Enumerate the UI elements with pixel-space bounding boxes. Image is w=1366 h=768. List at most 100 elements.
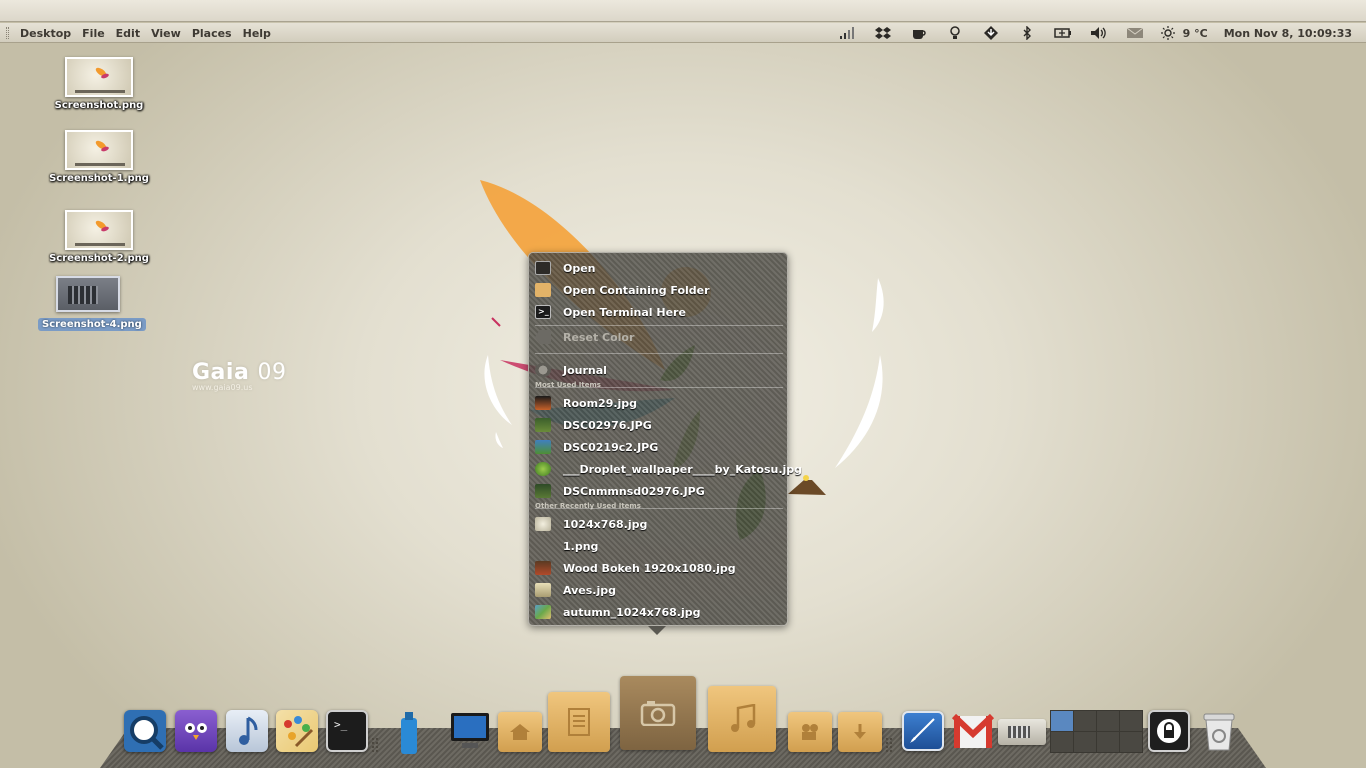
recent-file-label: 1024x768.jpg: [563, 517, 648, 531]
desktop-file-screenshot-2[interactable]: Screenshot-2.png: [49, 210, 149, 264]
workspace-6[interactable]: [1073, 731, 1096, 752]
image-thumbnail: [65, 210, 133, 250]
desktop-file-label: Screenshot-2.png: [49, 253, 149, 264]
folder-icon: [535, 283, 551, 297]
menu-item-open-terminal[interactable]: >_ Open Terminal Here: [535, 302, 783, 322]
bluetooth-icon[interactable]: [1009, 23, 1045, 43]
desktop-file-label: Screenshot-1.png: [49, 173, 149, 184]
battery-icon[interactable]: [1045, 23, 1081, 43]
recent-file-label: 1.png: [563, 539, 599, 553]
network-signal-icon[interactable]: [829, 23, 865, 43]
caffeine-cup-icon[interactable]: [901, 23, 937, 43]
wallpaper-brand: Gaia 09 www.gaia09.us: [192, 360, 286, 392]
menu-separator: [535, 353, 783, 354]
image-file-icon: [535, 396, 551, 410]
music-folder-icon[interactable]: [708, 686, 776, 752]
gmail-app-icon[interactable]: [952, 712, 994, 752]
trash-icon[interactable]: [1198, 710, 1240, 752]
menu-separator: [535, 325, 783, 326]
paint-palette-app-icon[interactable]: [276, 710, 318, 752]
menu-edit[interactable]: Edit: [112, 27, 147, 40]
keyboard-app-icon[interactable]: [998, 716, 1046, 748]
image-file-icon: [535, 418, 551, 432]
terminal-app-icon[interactable]: >_: [326, 710, 368, 752]
recent-file-label: DSC02976.JPG: [563, 418, 652, 432]
recent-file-item[interactable]: 1024x768.jpg: [535, 514, 783, 534]
twitter-bird-app-icon[interactable]: [175, 710, 217, 752]
menu-desktop[interactable]: Desktop: [16, 27, 78, 40]
volume-icon[interactable]: [1081, 23, 1117, 43]
recent-file-item[interactable]: Aves.jpg: [535, 580, 783, 600]
menu-item-open[interactable]: Open: [535, 258, 783, 278]
workspace-2[interactable]: [1073, 710, 1096, 731]
menu-item-label: Open Containing Folder: [563, 283, 710, 297]
workspace-1[interactable]: [1050, 710, 1073, 731]
terminal-icon: >_: [535, 305, 551, 319]
recent-file-label: autumn_1024x768.jpg: [563, 605, 701, 619]
image-file-icon: [535, 517, 551, 531]
menu-file[interactable]: File: [78, 27, 112, 40]
mail-envelope-icon[interactable]: [1117, 23, 1153, 43]
home-folder-icon[interactable]: [498, 712, 542, 752]
videos-folder-icon[interactable]: [788, 712, 832, 752]
recent-file-item[interactable]: 1.png: [535, 536, 783, 556]
recent-file-item[interactable]: Room29.jpg: [535, 393, 783, 413]
recent-file-label: Wood Bokeh 1920x1080.jpg: [563, 561, 736, 575]
recent-file-item[interactable]: Wood Bokeh 1920x1080.jpg: [535, 558, 783, 578]
dock-context-menu: Open Open Containing Folder >_ Open Term…: [528, 252, 802, 626]
open-icon: [535, 261, 551, 275]
image-file-icon: [535, 605, 551, 619]
menu-item-open-folder[interactable]: Open Containing Folder: [535, 280, 783, 300]
recent-file-label: Room29.jpg: [563, 396, 638, 410]
bottle-app-icon[interactable]: [394, 710, 424, 756]
dropbox-icon[interactable]: [865, 23, 901, 43]
downloads-folder-icon[interactable]: [838, 712, 882, 752]
workspace-7[interactable]: [1096, 731, 1119, 752]
panel-grip[interactable]: [6, 27, 9, 39]
image-thumbnail: [65, 57, 133, 97]
gwibber-search-app-icon[interactable]: [124, 710, 166, 752]
clock[interactable]: Mon Nov 8, 10:09:33: [1216, 27, 1360, 40]
recent-file-item[interactable]: autumn_1024x768.jpg: [535, 602, 783, 622]
recent-file-item[interactable]: ___Droplet_wallpaper____by_Katosu.jpg: [535, 459, 802, 479]
lock-screen-app-icon[interactable]: [1148, 710, 1190, 752]
pictures-folder-icon[interactable]: [620, 676, 696, 750]
weather-temperature[interactable]: 9 °C: [1183, 27, 1216, 40]
brand-name: Gaia: [192, 360, 250, 385]
context-menu-pointer: [648, 626, 666, 635]
screenshot-tool-app-icon[interactable]: [901, 710, 945, 752]
workspace-switcher[interactable]: [1049, 709, 1143, 753]
monitor-app-icon[interactable]: [448, 710, 492, 754]
recent-file-item[interactable]: DSC0219c2.JPG: [535, 437, 783, 457]
update-diamond-icon[interactable]: [973, 23, 1009, 43]
recent-file-item[interactable]: DSC02976.JPG: [535, 415, 783, 435]
workspace-5[interactable]: [1050, 731, 1073, 752]
menu-help[interactable]: Help: [239, 27, 278, 40]
desktop-file-screenshot[interactable]: Screenshot.png: [49, 57, 149, 111]
recent-file-item[interactable]: DSCnmmnsd02976.JPG: [535, 481, 783, 501]
desktop-file-label-selected: Screenshot-4.png: [38, 318, 146, 331]
image-file-icon: [535, 440, 551, 454]
dock-separator: [372, 738, 378, 752]
workspace-8[interactable]: [1119, 731, 1142, 752]
menu-item-reset-color: Reset Color: [535, 327, 783, 347]
system-tray: 9 °C Mon Nov 8, 10:09:33: [829, 23, 1360, 43]
menu-item-label: Open: [563, 261, 596, 275]
desktop-file-screenshot-4[interactable]: Screenshot-4.png: [38, 276, 146, 331]
workspace-3[interactable]: [1096, 710, 1119, 731]
documents-folder-icon[interactable]: [548, 692, 610, 752]
weather-sun-icon[interactable]: [1153, 23, 1183, 43]
menu-places[interactable]: Places: [188, 27, 239, 40]
menu-item-label: Journal: [563, 363, 607, 377]
recent-file-label: ___Droplet_wallpaper____by_Katosu.jpg: [563, 462, 803, 476]
menu-view[interactable]: View: [147, 27, 188, 40]
music-note-app-icon[interactable]: [226, 710, 268, 752]
image-file-icon: [535, 539, 551, 553]
image-file-icon: [535, 583, 551, 597]
lightbulb-icon[interactable]: [937, 23, 973, 43]
image-file-icon: [535, 462, 551, 476]
workspace-4[interactable]: [1119, 710, 1142, 731]
desktop-file-screenshot-1[interactable]: Screenshot-1.png: [49, 130, 149, 184]
image-thumbnail: [65, 130, 133, 170]
menu-item-journal[interactable]: Journal: [535, 360, 783, 380]
